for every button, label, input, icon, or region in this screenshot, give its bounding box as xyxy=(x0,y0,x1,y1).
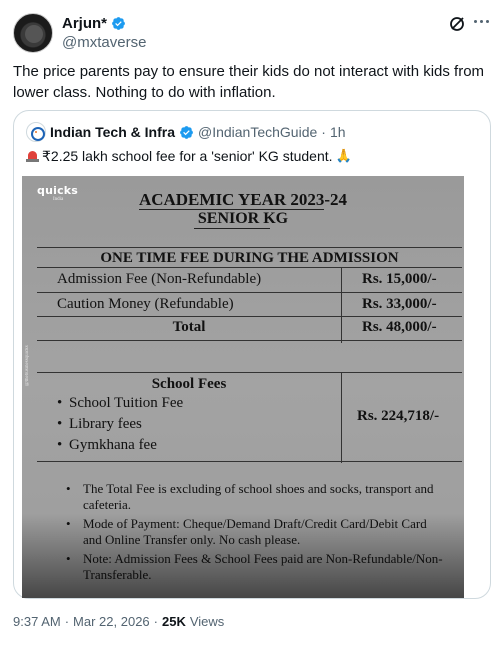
table-row-total: Total Rs. 48,000/- xyxy=(37,317,462,341)
quoted-tweet-time: 1h xyxy=(329,124,346,140)
academic-year-heading: ACADEMIC YEAR 2023-24 xyxy=(138,190,348,209)
folded-hands-emoji-icon: 🙏 xyxy=(335,148,352,163)
tweet-meta: 9:37 AM · Mar 22, 2026 · 25K Views xyxy=(13,614,224,629)
views-count: 25K xyxy=(162,614,186,629)
note-item: • The Total Fee is excluding of school sh… xyxy=(66,481,434,512)
verified-badge-icon xyxy=(112,16,125,30)
school-fees-title: School Fees xyxy=(151,376,227,392)
author-block: Arjun* @mxtaverse xyxy=(62,13,146,52)
separator-dot: · xyxy=(153,614,158,629)
watermark-text: @thebusinessquicks xyxy=(25,345,30,386)
list-item: • School Tuition Fee xyxy=(57,395,184,411)
quoted-tweet-text: ₹2.25 lakh school fee for a 'senior' KG … xyxy=(42,148,333,164)
more-options-icon[interactable] xyxy=(474,20,489,23)
note-item: • Note: Admission Fees & School Fees paid… xyxy=(66,551,443,582)
fee-label: Caution Money (Refundable) xyxy=(57,296,234,312)
fee-notes: • The Total Fee is excluding of school sh… xyxy=(66,481,446,586)
quoted-tweet-text-row: ₹2.25 lakh school fee for a 'senior' KG … xyxy=(26,147,352,165)
separator-dot: · xyxy=(321,124,326,140)
one-time-fee-table: ONE TIME FEE DURING THE ADMISSION Admiss… xyxy=(37,247,462,343)
tweet-date[interactable]: Mar 22, 2026 xyxy=(73,614,150,629)
tweet-text: The price parents pay to ensure their ki… xyxy=(13,63,485,101)
note-item: • Mode of Payment: Cheque/Demand Draft/Cr… xyxy=(66,516,427,547)
author-name[interactable]: Arjun* xyxy=(62,15,107,32)
tweet-time[interactable]: 9:37 AM xyxy=(13,614,61,629)
school-fees-table: School Fees • School Tuition Fee • Library… xyxy=(37,372,462,463)
table-row: Caution Money (Refundable) Rs. 33,000/- xyxy=(37,293,462,317)
total-amount: Rs. 48,000/- xyxy=(362,319,437,335)
quoted-author-handle: @IndianTechGuide xyxy=(197,124,318,140)
one-time-fee-title: ONE TIME FEE DURING THE ADMISSION xyxy=(37,248,462,268)
fee-amount: Rs. 15,000/- xyxy=(362,271,437,287)
list-item: • Gymkhana fee xyxy=(57,437,157,453)
author-avatar[interactable] xyxy=(13,13,53,53)
quoted-tweet-header: Indian Tech & Infra @IndianTechGuide · 1… xyxy=(26,122,346,142)
table-row: Admission Fee (Non-Refundable) Rs. 15,00… xyxy=(37,268,462,293)
siren-emoji-icon xyxy=(26,150,39,162)
views-label: Views xyxy=(189,614,225,629)
grade-heading: SENIOR KG xyxy=(197,210,289,227)
quoted-author-avatar xyxy=(26,122,46,142)
tweet: Arjun* @mxtaverse The price parents pay … xyxy=(0,0,503,649)
school-fees-amount: Rs. 224,718/- xyxy=(357,408,440,424)
verified-badge-icon xyxy=(180,125,193,139)
quoted-author-name: Indian Tech & Infra xyxy=(50,124,175,140)
list-item: • Library fees xyxy=(57,416,142,432)
fee-structure-image[interactable]: quicks India @thebusinessquicks ACADEMIC… xyxy=(22,176,464,598)
separator-dot: · xyxy=(64,614,70,629)
fee-label: Admission Fee (Non-Refundable) xyxy=(57,271,262,287)
fee-amount: Rs. 33,000/- xyxy=(362,296,437,312)
author-handle[interactable]: @mxtaverse xyxy=(62,34,146,51)
grok-icon[interactable] xyxy=(447,14,467,34)
total-label: Total xyxy=(172,319,206,335)
